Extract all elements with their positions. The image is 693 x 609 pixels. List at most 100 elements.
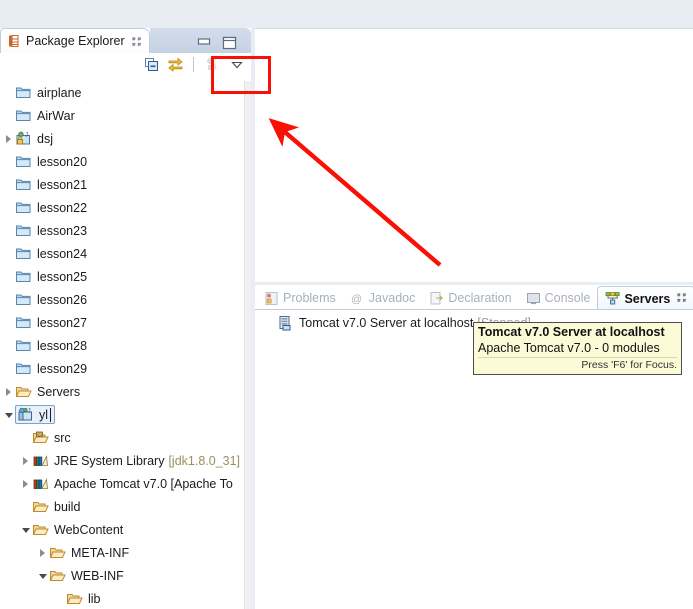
- selection-caret: [50, 407, 52, 422]
- tree-item-content: WebContent: [32, 522, 123, 538]
- tree-item-label: lib: [88, 591, 101, 606]
- source-folder-icon: [32, 430, 50, 446]
- tab-javadoc[interactable]: @ Javadoc: [343, 286, 423, 310]
- svg-text:J: J: [28, 408, 31, 414]
- folder-icon: [15, 223, 33, 239]
- tree-item-label: src: [54, 430, 71, 445]
- tab-console[interactable]: Console: [519, 286, 598, 310]
- chevron-right-icon[interactable]: [2, 127, 15, 150]
- tooltip-subtitle: Apache Tomcat v7.0 - 0 modules: [478, 341, 660, 355]
- tree-item-label: lesson27: [37, 315, 88, 330]
- project-tree[interactable]: airplane AirWar Jdsj lesson20 lesson21 lesson…: [0, 81, 244, 609]
- tab-package-explorer[interactable]: Package Explorer: [0, 28, 150, 53]
- open-folder-icon: [32, 499, 50, 515]
- folder-icon: [15, 108, 33, 124]
- tree-item-content: src: [32, 430, 71, 446]
- tree-item-label: WEB-INF: [71, 568, 124, 583]
- tab-declaration[interactable]: Declaration: [422, 286, 518, 310]
- chevron-right-icon[interactable]: [19, 449, 32, 472]
- chevron-right-icon[interactable]: [2, 380, 15, 403]
- close-icon[interactable]: [131, 36, 142, 47]
- tree-item-label: WebContent: [54, 522, 124, 537]
- tree-row[interactable]: Jdsj: [0, 127, 244, 150]
- folder-icon: [15, 292, 33, 308]
- tree-row[interactable]: lesson29: [0, 357, 244, 380]
- server-icon: [277, 315, 295, 331]
- chevron-down-icon[interactable]: [36, 564, 49, 587]
- minimize-icon[interactable]: [197, 36, 211, 48]
- tree-row[interactable]: airplane: [0, 81, 244, 104]
- tree-item-content: lesson25: [15, 269, 87, 285]
- tree-row[interactable]: lesson20: [0, 150, 244, 173]
- tab-label: Javadoc: [368, 291, 416, 305]
- tree-row[interactable]: lesson23: [0, 219, 244, 242]
- chevron-right-icon[interactable]: [36, 541, 49, 564]
- tree-row[interactable]: lesson28: [0, 334, 244, 357]
- tree-item-label: airplane: [37, 85, 82, 100]
- open-folder-icon: [66, 591, 84, 607]
- javadoc-icon: @: [350, 291, 365, 306]
- chevron-right-icon[interactable]: [19, 472, 32, 495]
- tree-row[interactable]: lesson27: [0, 311, 244, 334]
- tree-item-label: META-INF: [71, 545, 130, 560]
- view-menu-highlight: [211, 56, 271, 94]
- tree-item-content: lesson20: [15, 154, 87, 170]
- tree-item-label: lesson20: [37, 154, 88, 169]
- tab-servers[interactable]: Servers: [597, 286, 693, 310]
- tree-row[interactable]: src: [0, 426, 244, 449]
- tree-row[interactable]: WebContent: [0, 518, 244, 541]
- tree-row[interactable]: lesson22: [0, 196, 244, 219]
- chevron-down-icon[interactable]: [2, 403, 15, 426]
- tab-problems[interactable]: Problems: [257, 286, 343, 310]
- maximize-icon[interactable]: [222, 36, 237, 50]
- tree-row[interactable]: Servers: [0, 380, 244, 403]
- tree-item-label: lesson28: [37, 338, 88, 353]
- tree-item-content: Apache Tomcat v7.0 [Apache To: [32, 476, 233, 492]
- tab-label: Console: [544, 291, 591, 305]
- declaration-icon: [429, 291, 444, 306]
- tree-item-label: Servers: [37, 384, 81, 399]
- tree-item-content: META-INF: [49, 545, 129, 561]
- tree-row[interactable]: lesson25: [0, 265, 244, 288]
- tree-item-label: lesson22: [37, 200, 88, 215]
- tree-item-label: lesson29: [37, 361, 88, 376]
- open-folder-icon: [49, 568, 67, 584]
- tree-item-content: lesson26: [15, 292, 87, 308]
- tree-row[interactable]: JRE System Library [jdk1.8.0_31]: [0, 449, 244, 472]
- tree-row[interactable]: build: [0, 495, 244, 518]
- collapse-all-icon[interactable]: [143, 56, 160, 73]
- tree-row[interactable]: lib: [0, 587, 244, 609]
- tree-item-content: Servers: [15, 384, 80, 400]
- tree-item-label: lesson26: [37, 292, 88, 307]
- link-with-editor-icon[interactable]: [167, 56, 184, 73]
- tree-row[interactable]: lesson24: [0, 242, 244, 265]
- tree-row[interactable]: lesson21: [0, 173, 244, 196]
- toolbar-separator: [193, 57, 194, 72]
- tooltip-hint: Press 'F6' for Focus.: [478, 357, 677, 372]
- tree-item-label: build: [54, 499, 81, 514]
- tree-row[interactable]: WEB-INF: [0, 564, 244, 587]
- folder-icon: [15, 315, 33, 331]
- tree-row[interactable]: AirWar: [0, 104, 244, 127]
- server-name: Tomcat v7.0 Server at localhost: [299, 316, 474, 330]
- close-icon[interactable]: [676, 292, 687, 306]
- tree-item-content: WEB-INF: [49, 568, 124, 584]
- tree-row[interactable]: Apache Tomcat v7.0 [Apache To: [0, 472, 244, 495]
- console-icon: [526, 291, 541, 306]
- tree-row[interactable]: Jyl: [0, 403, 244, 426]
- tree-item-label: AirWar: [37, 108, 75, 123]
- folder-icon: [15, 361, 33, 377]
- tree-row[interactable]: lesson26: [0, 288, 244, 311]
- tree-item-content: Jdsj: [15, 131, 53, 147]
- tree-row[interactable]: META-INF: [0, 541, 244, 564]
- chevron-down-icon[interactable]: [19, 518, 32, 541]
- folder-icon: [15, 177, 33, 193]
- eclipse-workbench: Package Explorer airplane AirWar J dsj l…: [0, 0, 693, 609]
- view-window-buttons: [197, 36, 237, 50]
